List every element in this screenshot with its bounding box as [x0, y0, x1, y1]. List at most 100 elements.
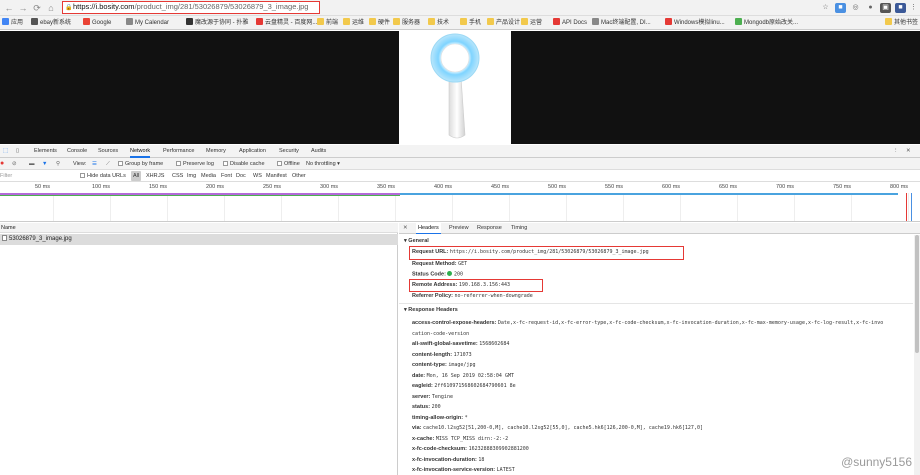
tab-console[interactable]: Console [67, 145, 87, 158]
close-icon[interactable]: ✕ [906, 145, 911, 158]
type-filter-media[interactable]: Media [201, 171, 216, 181]
bookmark-icon [256, 18, 263, 25]
tab-security[interactable]: Security [279, 145, 299, 158]
star-icon[interactable]: ☆ [820, 3, 831, 13]
tab-application[interactable]: Application [239, 145, 266, 158]
address-bar[interactable]: 🔒 https://i.bosity.com/product_img/281/5… [62, 1, 320, 14]
overview-icon[interactable]: ⟋ [106, 159, 110, 169]
detail-tab-preview[interactable]: Preview [447, 223, 471, 234]
offline-checkbox[interactable]: Offline [277, 159, 300, 169]
type-filter-img[interactable]: Img [187, 171, 196, 181]
response-header-row: cation-code-version [412, 330, 470, 337]
type-filter-css[interactable]: CSS [172, 171, 183, 181]
bookmark-item[interactable]: 云盘精灵 - 百度网... [256, 18, 317, 28]
detail-tab-response[interactable]: Response [475, 223, 504, 234]
menu-icon[interactable]: ⋮ [908, 3, 919, 13]
request-list: Name 53026879_3_image.jpg [0, 223, 398, 475]
record-icon[interactable]: ● [0, 159, 4, 169]
response-header-row: x-cache: MISS TCP_MISS dirn:-2:-2 [412, 435, 509, 442]
timeline-tick: 450 ms [491, 184, 510, 190]
bookmark-item[interactable]: Mac终端配置, DI... [592, 18, 651, 28]
type-filter-all[interactable]: All [131, 171, 142, 181]
type-filter-js[interactable]: JS [158, 171, 164, 181]
reload-icon[interactable]: ⟳ [31, 2, 43, 14]
camera-icon[interactable]: ▬ [29, 159, 35, 169]
bookmark-icon [521, 18, 528, 25]
type-filter-doc[interactable]: Doc [236, 171, 246, 181]
bookmark-item[interactable]: 魔改源于协同 - 扑雅 [186, 18, 248, 28]
bookmark-icon [393, 18, 400, 25]
devtools-tabbar: ⬚ ▯ Elements Console Sources Network Perform… [0, 145, 920, 158]
bookmark-item[interactable]: 前端 [317, 18, 338, 28]
timeline-gridline [53, 193, 54, 221]
back-icon[interactable]: ← [3, 2, 15, 14]
tab-sources[interactable]: Sources [98, 145, 118, 158]
divider [399, 303, 913, 304]
bookmark-item[interactable]: 运维 [343, 18, 364, 28]
inspect-icon[interactable]: ⬚ [3, 145, 8, 158]
bookmark-item[interactable]: 硬件 [369, 18, 390, 28]
extension-icon[interactable]: ● [865, 3, 876, 13]
bookmark-item[interactable]: My Calendar [126, 18, 169, 28]
extension-icon[interactable]: ◎ [850, 3, 861, 13]
type-filter-font[interactable]: Font [221, 171, 232, 181]
bookmark-item[interactable]: 服务器 [393, 18, 420, 28]
filter-input[interactable]: Filter [0, 171, 12, 181]
referrer-policy-row: Referrer Policy: no-referrer-when-downgr… [412, 293, 533, 299]
timeline-tick: 700 ms [776, 184, 795, 190]
extension-icon[interactable]: ▣ [880, 3, 891, 13]
bookmark-icon [126, 18, 133, 25]
bookmark-item[interactable]: API Docs [553, 18, 587, 28]
more-icon[interactable]: ⋮ [893, 145, 899, 158]
bookmark-item[interactable]: 产品设计 [487, 18, 520, 28]
extension-icon[interactable]: ■ [895, 3, 906, 13]
scrollbar[interactable] [914, 235, 920, 475]
bookmark-item[interactable]: 技术 [428, 18, 449, 28]
bookmark-icon [665, 18, 672, 25]
hide-data-urls-checkbox[interactable]: Hide data URLs [80, 171, 126, 181]
forward-icon[interactable]: → [17, 2, 29, 14]
bookmark-item[interactable]: 运营 [521, 18, 542, 28]
bookmark-item[interactable]: Google [83, 18, 111, 28]
column-header-name[interactable]: Name [0, 223, 398, 233]
response-header-row: access-control-expose-headers: Date,x-fc… [412, 320, 884, 326]
tab-audits[interactable]: Audits [311, 145, 326, 158]
tab-performance[interactable]: Performance [163, 145, 195, 158]
detail-tab-headers[interactable]: Headers [416, 223, 441, 234]
detail-tab-timing[interactable]: Timing [509, 223, 529, 234]
bookmark-icon [343, 18, 350, 25]
type-filter-ws[interactable]: WS [253, 171, 262, 181]
tab-memory[interactable]: Memory [206, 145, 226, 158]
general-section-title[interactable]: ▾ General [404, 238, 429, 244]
timeline-tick: 550 ms [605, 184, 624, 190]
bookmark-item[interactable]: Windows模拟linu... [665, 18, 725, 28]
timeline-gridline [167, 193, 168, 221]
type-filter-manifest[interactable]: Manifest [266, 171, 287, 181]
disable-cache-checkbox[interactable]: Disable cache [223, 159, 265, 169]
device-toggle-icon[interactable]: ▯ [16, 145, 19, 158]
clear-icon[interactable]: ⊘ [12, 159, 17, 169]
home-icon[interactable]: ⌂ [45, 2, 57, 14]
extension-icon[interactable]: ■ [835, 3, 846, 13]
throttling-select[interactable]: No throttling ▾ [306, 159, 340, 169]
product-image [399, 31, 511, 144]
search-icon[interactable]: ⚲ [56, 159, 60, 169]
large-rows-icon[interactable]: ☰ [92, 159, 97, 169]
group-by-frame-checkbox[interactable]: Group by frame [118, 159, 163, 169]
bookmark-item[interactable]: 手机 [460, 18, 481, 28]
bookmark-item[interactable]: 其他书签 [885, 18, 918, 28]
bookmark-item[interactable]: 应用 [2, 18, 23, 28]
preserve-log-checkbox[interactable]: Preserve log [176, 159, 214, 169]
type-filter-other[interactable]: Other [292, 171, 306, 181]
request-row[interactable]: 53026879_3_image.jpg [0, 234, 398, 245]
bookmark-icon [369, 18, 376, 25]
response-headers-title[interactable]: ▾ Response Headers [404, 307, 458, 313]
close-detail-icon[interactable]: ✕ [403, 223, 408, 234]
bookmark-item[interactable]: Mongodb原始改关... [735, 18, 798, 28]
tab-network[interactable]: Network [130, 145, 151, 158]
bookmark-icon [735, 18, 742, 25]
bookmark-item[interactable]: ebay新系统 [31, 18, 71, 28]
filter-icon[interactable]: ▼ [42, 159, 47, 169]
type-filter-xhr[interactable]: XHR [146, 171, 158, 181]
tab-elements[interactable]: Elements [34, 145, 57, 158]
